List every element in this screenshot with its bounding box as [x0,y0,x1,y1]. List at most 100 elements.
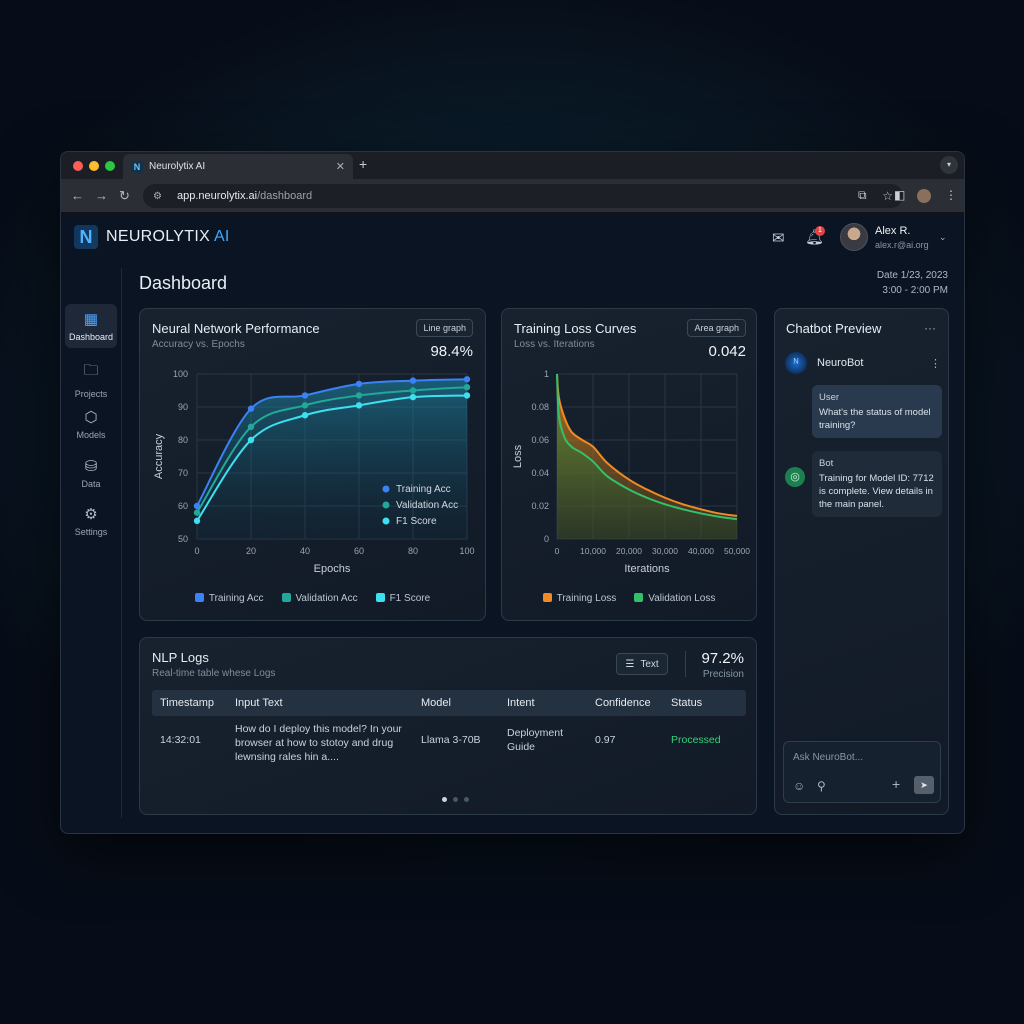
loss-area-chart: 0 10,000 20,000 30,000 40,000 50,000 0 0.02 0.04… [512,369,750,575]
chatbot-title: Chatbot Preview [786,321,882,336]
x-tick-label: 60 [354,546,364,556]
x-tick-label: 20,000 [616,546,642,556]
data-point [193,509,201,516]
x-tick-label: 100 [459,546,474,556]
cell-intent: Deployment Guide [507,727,564,753]
tab-menu-chevron-icon[interactable]: ▾ [940,156,958,174]
forward-arrow-icon[interactable]: → [95,188,108,203]
bot-name: NeuroBot [817,357,864,369]
emoji-icon[interactable]: ☺ [793,779,805,793]
sidebar-item-dashboard[interactable]: ▦ Dashboard [65,304,117,348]
profile-avatar-icon[interactable] [917,189,931,203]
column-header[interactable]: Timestamp [160,697,214,709]
close-tab-icon[interactable]: ✕ [336,160,345,173]
training-loss-card: Training Loss Curves Loss vs. Iterations… [501,308,757,621]
sidepanel-icon[interactable]: ◧ [894,188,905,202]
legend-marker [382,501,390,509]
y-tick-label: 0.06 [531,435,549,445]
bot-fingerprint-icon: ◎ [785,467,805,487]
brand[interactable]: N NEUROLYTIX AI [74,225,230,249]
sidebar-item-label: Dashboard [68,332,114,342]
favicon-icon: N [131,160,143,173]
browser-tab[interactable]: N Neurolytix AI ✕ [123,154,353,179]
x-axis-label: Epochs [314,563,351,575]
attach-paperclip-icon[interactable]: ⚲ [817,779,826,793]
text-button-label: Text [640,658,659,670]
data-point [247,423,255,430]
column-header[interactable]: Input Text [235,697,283,709]
back-arrow-icon[interactable]: ← [71,188,84,203]
y-tick-label: 90 [178,402,188,412]
url-field[interactable]: ⚙ app.neurolytix.ai/dashboard ☆ [143,184,903,208]
maximize-window-icon[interactable] [105,161,115,171]
x-tick-label: 40 [300,546,310,556]
text-view-button[interactable]: ☰ Text [616,653,668,675]
gear-icon: ⚙ [84,506,98,523]
bookmark-star-icon[interactable]: ☆ [882,189,893,203]
legend-item: Validation Acc [281,593,358,604]
sidebar-item-label: Projects [74,389,108,399]
mail-icon[interactable]: ✉ [772,229,785,247]
reload-icon[interactable]: ↻ [119,188,130,204]
folder-icon: 🗀︎ [83,362,99,379]
data-point [355,402,363,409]
page-dot[interactable] [453,797,458,802]
y-axis-label: Accuracy [153,433,165,479]
notification-badge: 1 [815,226,825,236]
x-tick-label: 20 [246,546,256,556]
date-range: Date 1/23, 2023 3:00 - 2:00 PM [877,268,948,298]
y-tick-label: 1 [544,369,549,379]
chart-legend: Training Loss Validation Loss [502,593,756,604]
data-point [409,377,417,384]
cell-confidence: 0.97 [595,734,616,746]
browser-menu-icon[interactable]: ⋮ [945,188,957,202]
new-tab-icon[interactable]: + [359,156,367,172]
minimize-window-icon[interactable] [89,161,99,171]
sidebar-item-data[interactable]: ⛁ Data [65,451,117,495]
precision-label: Precision [702,669,744,680]
kebab-menu-icon[interactable]: ⋮ [930,357,941,370]
extensions-icon[interactable]: ⧉ [858,188,867,203]
divider [685,651,686,677]
sidebar: ▦ Dashboard 🗀︎ Projects ⬡ Models ⛁ Data … [62,268,122,818]
chat-input-box[interactable]: Ask NeuroBot... ☺ ⚲ + ➤ [783,741,941,803]
sidebar-item-models[interactable]: ⬡ Models [65,402,117,446]
page-dot[interactable] [464,797,469,802]
legend-label: Training Acc [396,484,451,495]
close-window-icon[interactable] [73,161,83,171]
grid-icon: ▦ [83,311,99,328]
url-host: app.neurolytix.ai [177,190,258,202]
table-header: Timestamp Input Text Model Intent Confid… [152,690,746,716]
precision-value: 97.2% [701,650,744,667]
pagination-dots[interactable] [442,797,469,802]
send-icon[interactable]: ➤ [914,776,934,794]
message-sender: User [819,392,840,403]
neurolytix-logo-icon: N [74,225,98,249]
message-text: What's the status of model training? [819,407,931,431]
more-options-icon[interactable]: ··· [924,321,936,335]
x-tick-label: 30,000 [652,546,678,556]
y-tick-label: 0.04 [531,468,549,478]
page-dot[interactable] [442,797,447,802]
column-header[interactable]: Confidence [595,697,651,709]
brand-name: NEUROLYTIX AI [106,228,230,245]
sidebar-item-settings[interactable]: ⚙ Settings [65,499,117,543]
y-axis-label: Loss [512,444,524,468]
data-point [355,392,363,399]
data-point [409,393,417,401]
nlp-logs-card: NLP Logs Real-time table whese Logs ☰ Te… [139,637,757,815]
column-header[interactable]: Status [671,697,702,709]
site-settings-icon[interactable]: ⚙ [153,191,167,202]
card-subtitle: Real-time table whese Logs [152,668,276,679]
add-icon[interactable]: + [892,776,900,792]
column-header[interactable]: Intent [507,697,535,709]
user-avatar[interactable] [840,223,868,251]
cell-status: Processed [671,734,721,746]
neural-performance-card: Neural Network Performance Accuracy vs. … [139,308,486,621]
x-axis-label: Iterations [624,563,670,575]
sidebar-item-projects[interactable]: 🗀︎ Projects [65,354,117,399]
data-point [355,380,363,388]
cell-model: Llama 3-70B [421,734,481,746]
user-menu-chevron-icon[interactable]: ⌄ [939,232,947,243]
column-header[interactable]: Model [421,697,451,709]
